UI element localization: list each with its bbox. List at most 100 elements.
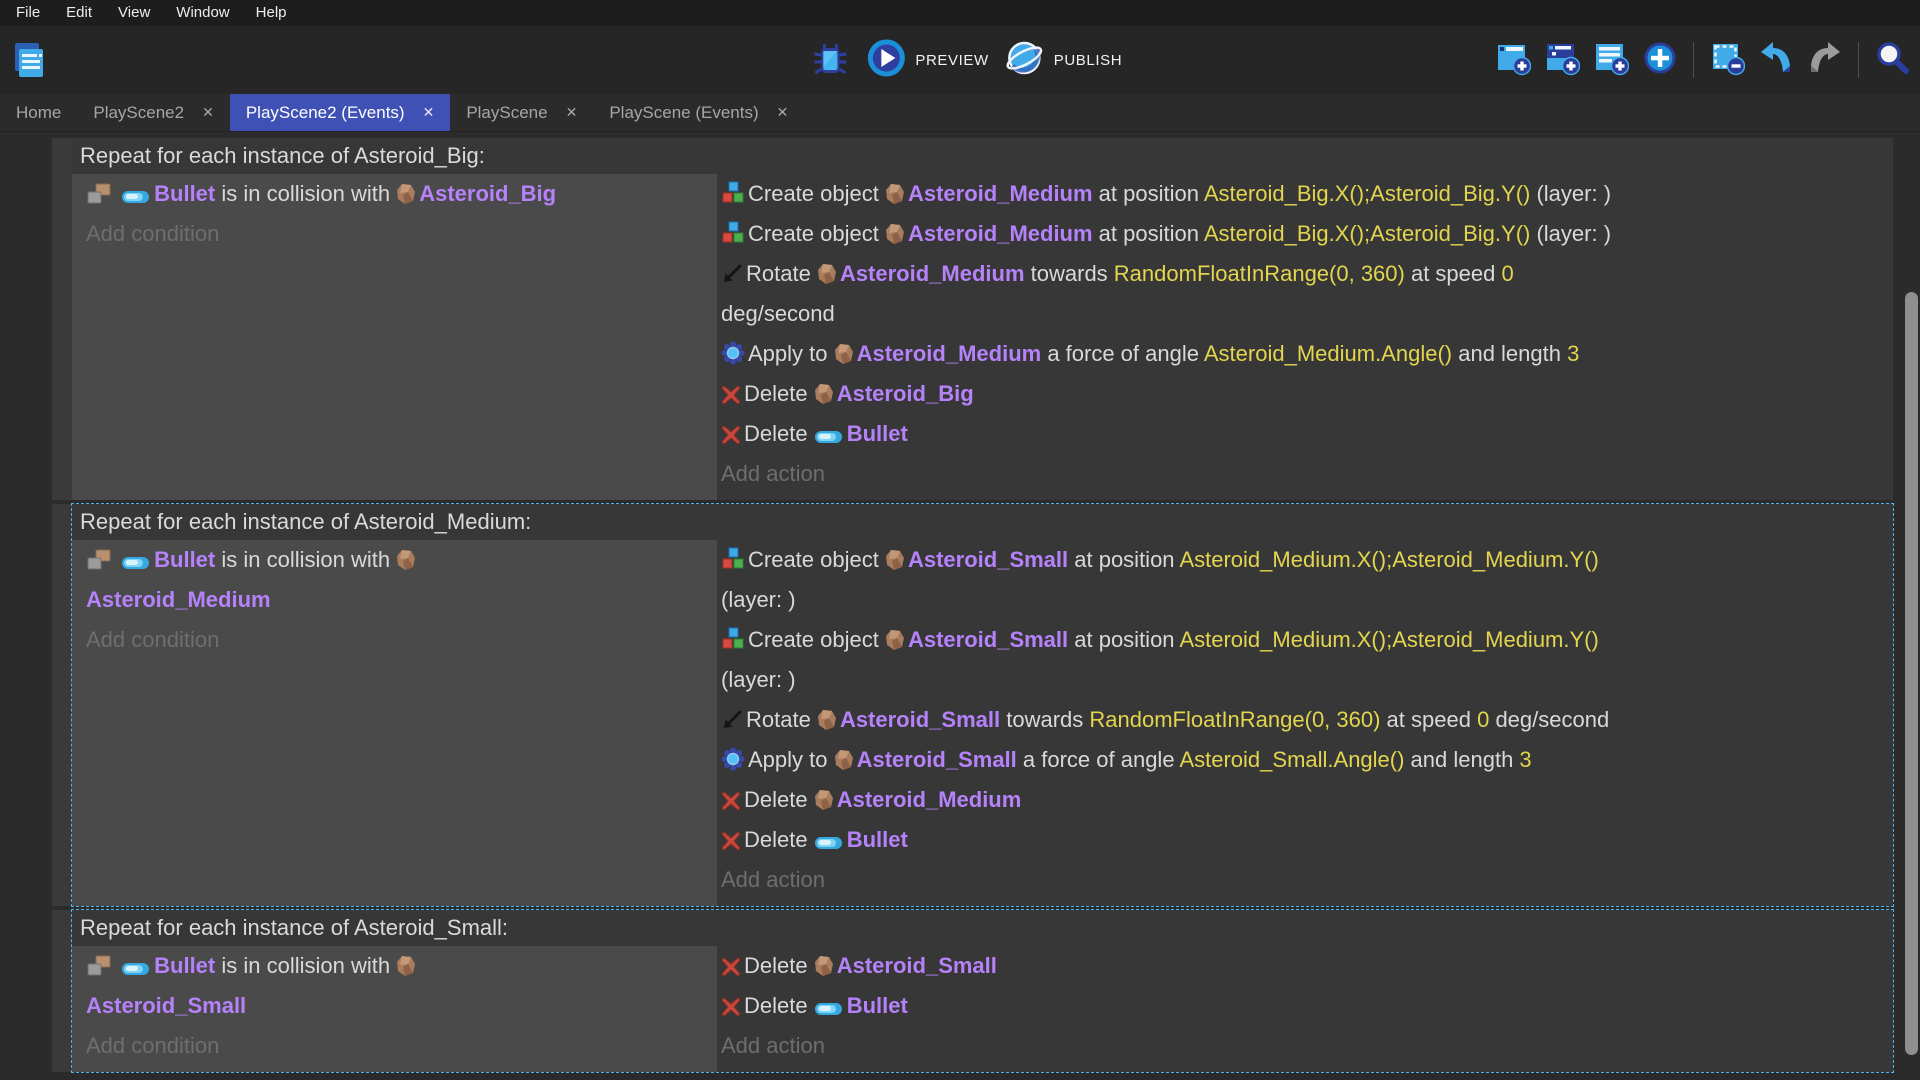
- asteroid-icon: [885, 183, 905, 205]
- action-row[interactable]: Delete Bullet: [721, 820, 1885, 860]
- tab-home[interactable]: Home: [0, 94, 77, 131]
- undo-button[interactable]: [1756, 40, 1796, 80]
- project-manager-button[interactable]: [8, 40, 48, 80]
- action-row[interactable]: Rotate Asteroid_Medium towards RandomFlo…: [721, 254, 1885, 334]
- menu-item-edit[interactable]: Edit: [53, 0, 105, 26]
- conditions-column: Bullet is in collision with Asteroid_Med…: [72, 540, 717, 906]
- tab-playscene2[interactable]: PlayScene2✕: [77, 94, 229, 131]
- menu-item-window[interactable]: Window: [163, 0, 242, 26]
- tab-close-icon[interactable]: ✕: [566, 104, 578, 121]
- event-block[interactable]: Repeat for each instance of Asteroid_Sma…: [72, 910, 1893, 1072]
- instruction-text: and length: [1404, 747, 1519, 772]
- object-name: Asteroid_Small: [837, 953, 997, 978]
- preview-button[interactable]: PREVIEW: [866, 38, 988, 82]
- vertical-scrollbar-thumb[interactable]: [1905, 292, 1918, 1055]
- create-icon: [721, 627, 745, 651]
- instruction-text: Delete: [744, 787, 814, 812]
- expression: Asteroid_Medium.Angle(): [1204, 341, 1452, 366]
- event-3: Repeat for each instance of Asteroid_Sma…: [52, 910, 1893, 1072]
- remove-event-button[interactable]: [1707, 40, 1747, 80]
- action-row[interactable]: Delete Asteroid_Small: [721, 946, 1885, 986]
- bullet-icon: [814, 1001, 844, 1017]
- add-condition-button[interactable]: Add condition: [86, 620, 709, 660]
- object-name: Asteroid_Medium: [908, 221, 1093, 246]
- action-row[interactable]: Create object Asteroid_Small at position…: [721, 540, 1885, 620]
- tab-playscene-events-[interactable]: PlayScene (Events)✕: [593, 94, 804, 131]
- asteroid-icon: [396, 955, 416, 977]
- event-block[interactable]: Repeat for each instance of Asteroid_Med…: [72, 504, 1893, 906]
- collision-icon: [86, 549, 112, 571]
- asteroid-icon: [817, 709, 837, 731]
- tab-label: Home: [16, 103, 61, 123]
- action-row[interactable]: Create object Asteroid_Medium at positio…: [721, 214, 1885, 254]
- publish-icon: [1005, 38, 1045, 82]
- add-action-button[interactable]: Add action: [721, 860, 1885, 900]
- add-action-button[interactable]: Add action: [721, 1026, 1885, 1066]
- action-row[interactable]: Delete Bullet: [721, 986, 1885, 1026]
- asteroid-icon: [817, 263, 837, 285]
- event-drag-handle[interactable]: [52, 910, 72, 1072]
- tab-playscene2-events-[interactable]: PlayScene2 (Events)✕: [230, 94, 450, 131]
- action-row[interactable]: Create object Asteroid_Medium at positio…: [721, 174, 1885, 214]
- add-comment-button[interactable]: [1591, 40, 1631, 80]
- events-toolbar-icons: [1493, 26, 1912, 94]
- instruction-text: deg/second: [721, 301, 835, 326]
- action-row[interactable]: Delete Asteroid_Medium: [721, 780, 1885, 820]
- event-header[interactable]: Repeat for each instance of Asteroid_Sma…: [72, 910, 1893, 946]
- asteroid-icon: [396, 183, 416, 205]
- instruction-text: Rotate: [746, 261, 817, 286]
- force-icon: [721, 747, 745, 771]
- collision-icon: [86, 955, 112, 977]
- tab-label: PlayScene: [466, 103, 547, 123]
- tab-close-icon[interactable]: ✕: [777, 104, 789, 121]
- event-drag-handle[interactable]: [52, 138, 72, 500]
- event-block[interactable]: Repeat for each instance of Asteroid_Big…: [72, 138, 1893, 500]
- event-drag-handle[interactable]: [52, 504, 72, 906]
- debug-button[interactable]: [810, 40, 850, 80]
- add-subevent-button[interactable]: [1542, 40, 1582, 80]
- condition-row[interactable]: Bullet is in collision with Asteroid_Med…: [86, 540, 709, 620]
- delete-icon: [721, 385, 741, 405]
- instruction-text: at position: [1093, 181, 1204, 206]
- object-name: Bullet: [154, 181, 215, 206]
- action-row[interactable]: Rotate Asteroid_Small towards RandomFloa…: [721, 700, 1885, 740]
- expression: Asteroid_Small.Angle(): [1179, 747, 1404, 772]
- add-circle-button[interactable]: [1640, 40, 1680, 80]
- action-row[interactable]: Apply to Asteroid_Medium a force of angl…: [721, 334, 1885, 374]
- add-condition-button[interactable]: Add condition: [86, 1026, 709, 1066]
- expression: 3: [1567, 341, 1579, 366]
- object-name: Asteroid_Big: [419, 181, 556, 206]
- add-circle-icon: [1642, 40, 1678, 81]
- event-header[interactable]: Repeat for each instance of Asteroid_Med…: [72, 504, 1893, 540]
- action-row[interactable]: Apply to Asteroid_Small a force of angle…: [721, 740, 1885, 780]
- tab-close-icon[interactable]: ✕: [423, 104, 435, 121]
- menu-item-file[interactable]: File: [3, 0, 53, 26]
- delete-icon: [721, 831, 741, 851]
- search-button[interactable]: [1872, 40, 1912, 80]
- tab-close-icon[interactable]: ✕: [202, 104, 214, 121]
- instruction-text: a force of angle: [1017, 747, 1180, 772]
- object-name: Asteroid_Big: [837, 381, 974, 406]
- object-name: Asteroid_Small: [86, 993, 246, 1018]
- create-icon: [721, 221, 745, 245]
- menu-item-help[interactable]: Help: [243, 0, 300, 26]
- add-event-button[interactable]: [1493, 40, 1533, 80]
- publish-button[interactable]: PUBLISH: [1005, 38, 1122, 82]
- condition-row[interactable]: Bullet is in collision with Asteroid_Big: [86, 174, 709, 214]
- menu-item-view[interactable]: View: [105, 0, 163, 26]
- create-icon: [721, 547, 745, 571]
- tab-playscene[interactable]: PlayScene ✕: [450, 94, 593, 131]
- instruction-text: (layer: ): [1530, 221, 1611, 246]
- asteroid-icon: [834, 343, 854, 365]
- instruction-text: (layer: ): [1530, 181, 1611, 206]
- condition-row[interactable]: Bullet is in collision with Asteroid_Sma…: [86, 946, 709, 1026]
- add-condition-button[interactable]: Add condition: [86, 214, 709, 254]
- redo-button[interactable]: [1805, 40, 1845, 80]
- action-row[interactable]: Delete Bullet: [721, 414, 1885, 454]
- event-header[interactable]: Repeat for each instance of Asteroid_Big…: [72, 138, 1893, 174]
- action-row[interactable]: Delete Asteroid_Big: [721, 374, 1885, 414]
- action-row[interactable]: Create object Asteroid_Small at position…: [721, 620, 1885, 700]
- add-subevent-icon: [1544, 40, 1580, 81]
- instruction-text: Delete: [744, 993, 814, 1018]
- add-action-button[interactable]: Add action: [721, 454, 1885, 494]
